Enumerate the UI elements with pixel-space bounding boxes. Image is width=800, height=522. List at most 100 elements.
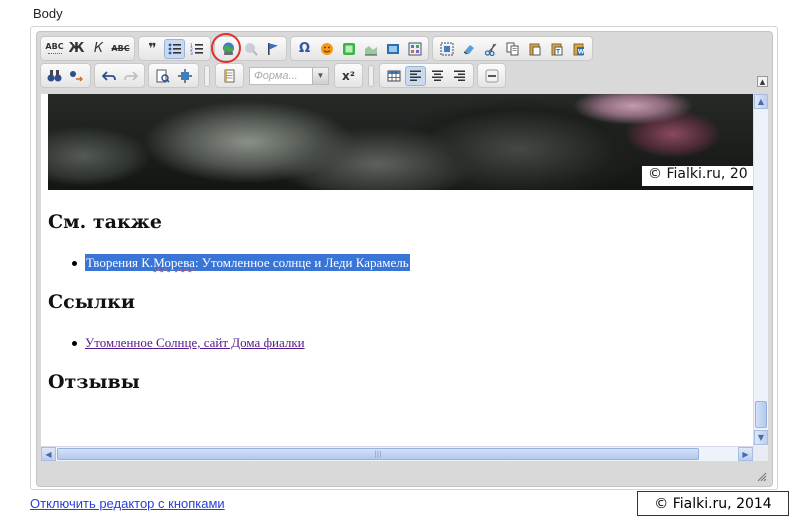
cut-button[interactable] <box>480 39 501 59</box>
link-dom-fialki[interactable]: Утомленное Солнце, сайт Дома фиалки <box>85 335 305 350</box>
copy-icon <box>506 42 518 55</box>
image-gallery-button[interactable] <box>404 39 425 59</box>
insert-link-button[interactable] <box>218 39 239 59</box>
numbered-list-button[interactable]: 123 <box>186 39 207 59</box>
unlink-button[interactable] <box>240 39 261 59</box>
field-label: Body <box>33 6 63 21</box>
format-select[interactable]: Форма... ▼ <box>249 66 329 85</box>
film-icon <box>386 43 399 54</box>
misspelled-word: Морева <box>153 255 195 270</box>
arrow-right-icon: ▶ <box>742 449 749 459</box>
paste-text-icon: T <box>551 43 562 55</box>
editor-content[interactable]: © Fialki.ru, 20 См. также Творения К.Мор… <box>41 94 753 446</box>
photo-watermark: © Fialki.ru, 20 <box>642 166 753 186</box>
select-all-button[interactable] <box>436 39 457 59</box>
spellcheck-icon: ABC <box>45 42 64 51</box>
omega-icon: Ω <box>298 41 311 56</box>
table-button[interactable] <box>383 66 404 86</box>
resize-grip-icon[interactable] <box>757 472 767 482</box>
find-button[interactable] <box>44 66 65 86</box>
italic-icon: К <box>93 41 104 56</box>
paste-text-button[interactable]: T <box>546 39 567 59</box>
superscript-button[interactable]: x² <box>338 66 359 86</box>
redo-button[interactable] <box>120 66 141 86</box>
blockquote-icon: ❞ <box>148 40 157 57</box>
disable-editor-link[interactable]: Отключить редактор с кнопками <box>30 496 225 511</box>
align-left-button[interactable] <box>405 65 426 86</box>
anchor-button[interactable] <box>262 39 283 59</box>
chevron-down-icon[interactable]: ▼ <box>312 67 328 84</box>
horizontal-scrollbar[interactable]: ◀ ||| ▶ <box>41 446 753 461</box>
italic-button[interactable]: К <box>88 39 109 59</box>
scroll-right-button[interactable]: ▶ <box>738 447 753 461</box>
page-watermark: © Fialki.ru, 2014 <box>637 491 789 516</box>
remove-format-button[interactable] <box>458 39 479 59</box>
insert-chart-button[interactable] <box>360 39 381 59</box>
scroll-left-button[interactable]: ◀ <box>41 447 56 461</box>
spellcheck-button[interactable]: ABC <box>44 39 65 59</box>
undo-button[interactable] <box>98 66 119 86</box>
gallery-icon <box>408 42 421 55</box>
svg-text:3: 3 <box>190 51 193 56</box>
toolbar-separator-handle-2[interactable] <box>368 64 374 87</box>
align-center-icon <box>432 70 443 81</box>
eraser-icon <box>463 44 474 54</box>
source-button[interactable] <box>219 66 240 86</box>
arrow-left-icon: ◀ <box>45 449 52 459</box>
selected-link-text-1: Творения К. <box>86 255 154 270</box>
smiley-icon <box>320 42 333 55</box>
horizontal-scroll-thumb[interactable]: ||| <box>57 448 699 460</box>
format-select-value: Форма... <box>254 69 298 82</box>
bullet-list-button[interactable] <box>164 38 185 59</box>
insert-image-button[interactable] <box>338 39 359 59</box>
toolbar-group-hr <box>477 63 506 88</box>
scroll-up-button[interactable]: ▲ <box>754 94 768 109</box>
numbered-list-icon: 123 <box>190 43 203 56</box>
preview-button[interactable] <box>152 66 173 86</box>
align-center-button[interactable] <box>427 66 448 86</box>
toolbar-separator-handle[interactable] <box>204 64 210 87</box>
blockquote-button[interactable]: ❞ <box>142 39 163 59</box>
replace-icon <box>70 70 83 81</box>
toolbar-group-view <box>148 63 199 88</box>
paste-button[interactable] <box>524 39 545 59</box>
strikethrough-button[interactable]: ABC <box>110 39 131 59</box>
align-right-button[interactable] <box>449 66 470 86</box>
heading-reviews: Отзывы <box>48 371 140 393</box>
smiley-button[interactable] <box>316 39 337 59</box>
scissors-icon <box>484 43 496 56</box>
paste-word-icon: W <box>573 43 584 55</box>
see-also-list: Творения К.Морева: Утомленное солнце и Л… <box>68 254 410 271</box>
selected-link-text-2: : Утомленное солнце и Леди Карамель <box>194 255 409 270</box>
image-frame-icon <box>342 42 355 55</box>
align-left-icon <box>410 70 421 81</box>
replace-button[interactable] <box>66 66 87 86</box>
maximize-button[interactable] <box>174 66 195 86</box>
selected-link-see-also[interactable]: Творения К.Морева: Утомленное солнце и Л… <box>85 254 410 271</box>
copy-button[interactable] <box>502 39 523 59</box>
redo-icon <box>123 70 138 81</box>
area-chart-icon <box>364 45 377 55</box>
toolbar-group-lists: ❞ 123 <box>138 36 211 61</box>
vertical-scroll-thumb[interactable] <box>755 401 767 428</box>
insert-media-button[interactable] <box>382 39 403 59</box>
horizontal-rule-button[interactable] <box>481 66 502 86</box>
paste-word-button[interactable]: W <box>568 39 589 59</box>
horizontal-rule-icon <box>485 69 498 82</box>
binoculars-icon <box>47 69 62 81</box>
scroll-down-button[interactable]: ▼ <box>754 430 768 445</box>
list-item: Утомленное Солнце, сайт Дома фиалки <box>68 335 305 351</box>
toolbar-collapse-button[interactable]: ▲ <box>757 76 768 87</box>
paste-icon <box>529 43 540 55</box>
select-all-icon <box>440 42 453 55</box>
arrow-down-icon: ▼ <box>757 433 765 442</box>
heading-links: Ссылки <box>48 291 135 313</box>
bold-button[interactable]: Ж <box>66 39 87 59</box>
toolbar-group-clipboard: T W <box>432 36 593 61</box>
violet-photo: © Fialki.ru, 20 <box>48 94 753 190</box>
scrollbar-corner <box>753 446 768 461</box>
vertical-scrollbar[interactable]: ▲ ▼ <box>753 94 768 446</box>
special-char-button[interactable]: Ω <box>294 39 315 59</box>
align-right-icon <box>454 70 465 81</box>
document-icon <box>224 69 235 82</box>
